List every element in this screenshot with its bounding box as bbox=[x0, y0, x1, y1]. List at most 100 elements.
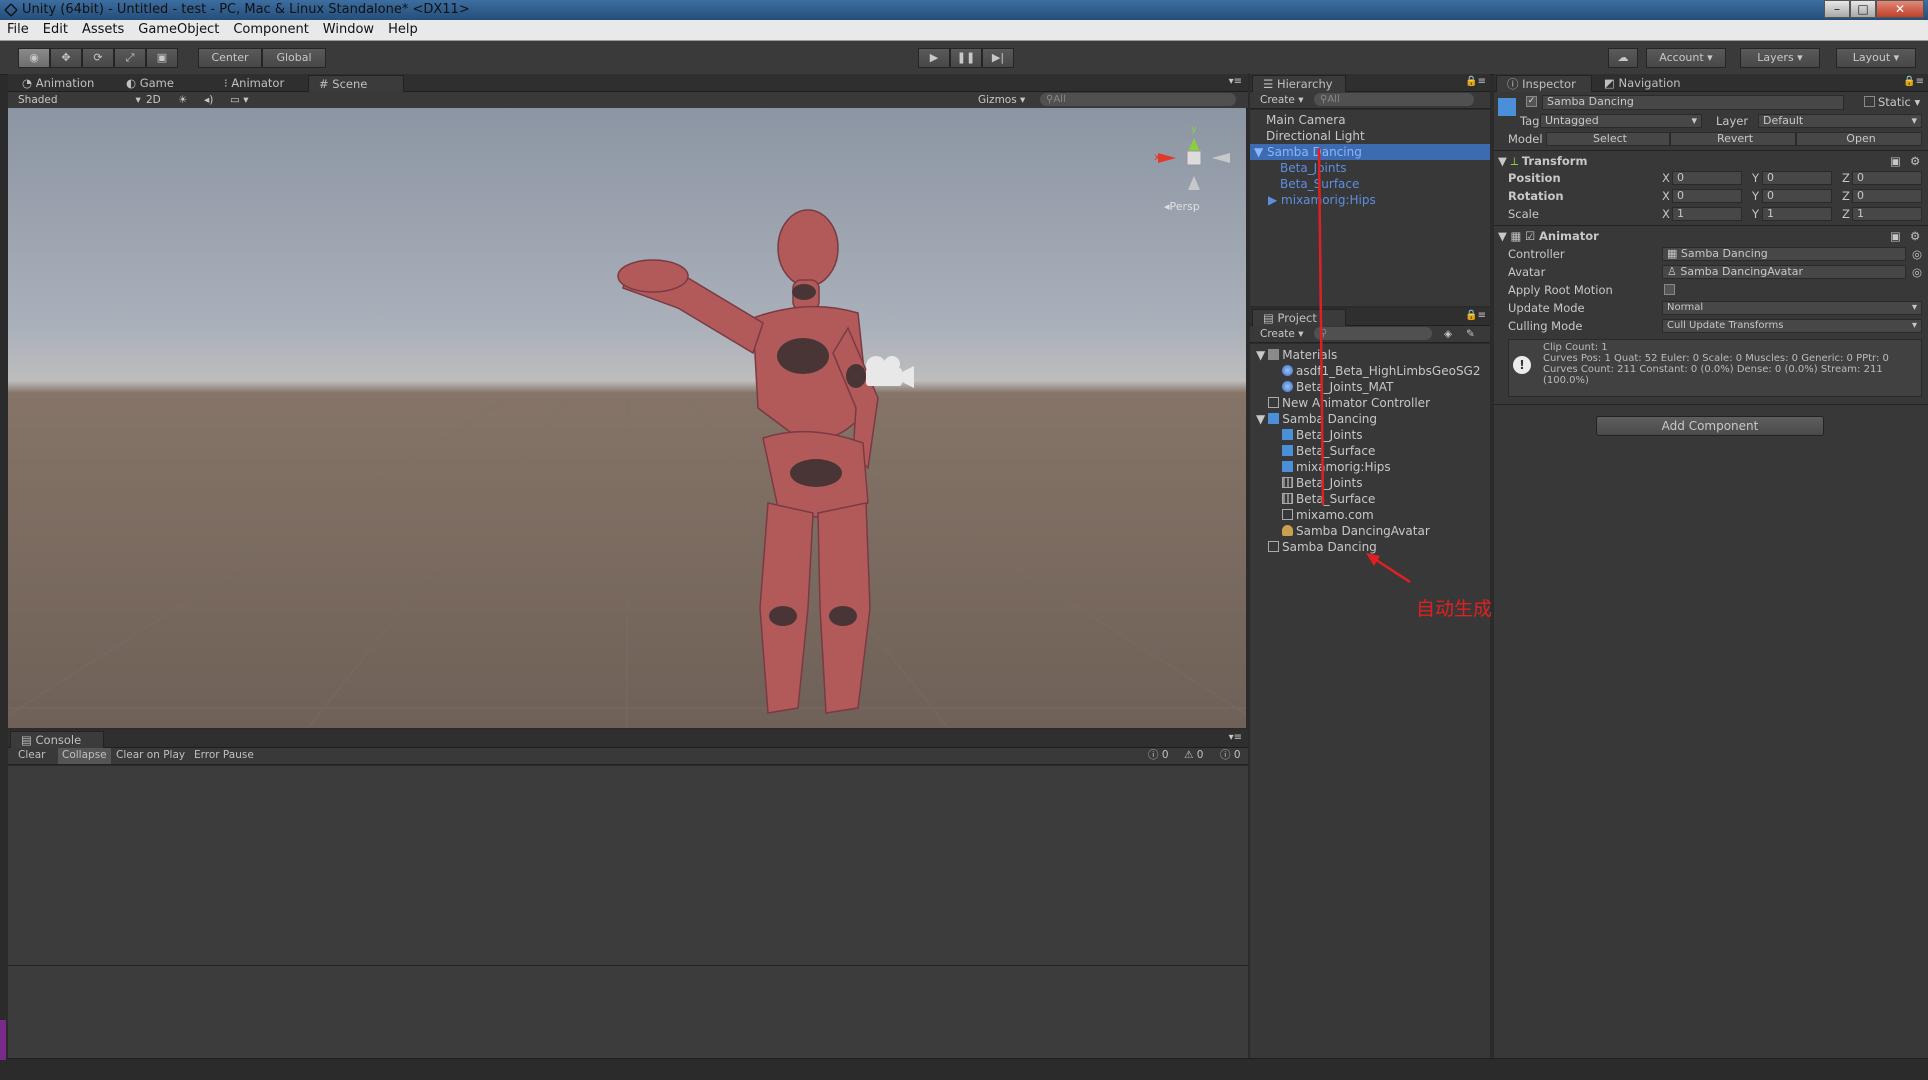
layer-dropdown[interactable]: Default ▾ bbox=[1758, 114, 1922, 128]
scene-search-input[interactable]: ⚲All bbox=[1040, 93, 1236, 106]
add-component-button[interactable]: Add Component bbox=[1596, 416, 1824, 436]
menu-file[interactable]: File bbox=[0, 20, 36, 37]
scene-panel-menu-icon[interactable]: ▾≡ bbox=[1229, 76, 1242, 87]
scale-tool-button[interactable]: ⤢ bbox=[114, 48, 146, 68]
tag-dropdown[interactable]: Untagged ▾ bbox=[1540, 114, 1702, 128]
inspector-menu-icon[interactable]: 🔒≡ bbox=[1903, 76, 1924, 87]
project-item-samba-dancing-controller[interactable]: Samba Dancing bbox=[1268, 540, 1377, 554]
close-button[interactable]: ✕ bbox=[1876, 0, 1924, 18]
static-toggle[interactable]: Static ▾ bbox=[1864, 95, 1920, 109]
transform-header[interactable]: ▼ ⟂ Transform bbox=[1498, 154, 1587, 169]
filter-by-label-icon[interactable]: ✎ bbox=[1466, 326, 1475, 342]
project-item-new-animator-controller[interactable]: New Animator Controller bbox=[1268, 396, 1430, 410]
tab-game[interactable]: ◐ Game bbox=[116, 75, 184, 92]
rotate-tool-button[interactable]: ⟳ bbox=[82, 48, 114, 68]
animator-header[interactable]: ▼ ▦ ☑ Animator bbox=[1498, 229, 1599, 243]
transform-settings-icon[interactable]: ⚙ bbox=[1910, 154, 1920, 168]
maximize-button[interactable]: □ bbox=[1850, 0, 1876, 18]
project-item-mixamorig-hips[interactable]: mixamorig:Hips bbox=[1282, 460, 1391, 474]
character-model[interactable] bbox=[617, 209, 879, 714]
console-log-toggle[interactable]: ⓘ 0 bbox=[1144, 748, 1173, 764]
scene-effects-icon[interactable]: ▭ ▾ bbox=[230, 92, 249, 108]
menu-edit[interactable]: Edit bbox=[36, 20, 75, 37]
model-open-button[interactable]: Open bbox=[1796, 132, 1922, 146]
tab-navigation[interactable]: ◩ Navigation bbox=[1594, 75, 1691, 92]
position-x-field[interactable]: 0 bbox=[1672, 171, 1742, 185]
menu-assets[interactable]: Assets bbox=[75, 20, 131, 37]
project-item-beta-surface-grid[interactable]: Beta_Surface bbox=[1282, 492, 1375, 506]
object-name-input[interactable]: Samba Dancing bbox=[1542, 95, 1844, 110]
hierarchy-create-dropdown[interactable]: Create ▾ bbox=[1260, 92, 1304, 108]
position-y-field[interactable]: 0 bbox=[1762, 171, 1832, 185]
update-mode-dropdown[interactable]: Normal ▾ bbox=[1662, 301, 1922, 315]
menu-window[interactable]: Window bbox=[316, 20, 381, 37]
tab-project[interactable]: ▤ Project bbox=[1252, 309, 1346, 326]
camera-gizmo-icon[interactable] bbox=[866, 356, 914, 388]
scene-view[interactable]: y x ◂Persp bbox=[8, 108, 1246, 728]
project-item-beta-joints-mesh[interactable]: Beta_Joints bbox=[1282, 428, 1362, 442]
console-menu-icon[interactable]: ▾≡ bbox=[1229, 732, 1242, 743]
animator-settings-icon[interactable]: ⚙ bbox=[1910, 229, 1920, 243]
animator-help-icon[interactable]: ▣ bbox=[1890, 229, 1901, 243]
console-clear-button[interactable]: Clear bbox=[14, 748, 49, 764]
orientation-gizmo[interactable]: y x bbox=[1154, 124, 1230, 190]
project-item-mixamo-clip[interactable]: mixamo.com bbox=[1282, 508, 1374, 522]
rotation-x-field[interactable]: 0 bbox=[1672, 189, 1742, 203]
scale-y-field[interactable]: 1 bbox=[1762, 207, 1832, 221]
project-menu-icon[interactable]: 🔒≡ bbox=[1465, 310, 1486, 321]
controller-field[interactable]: ▦ Samba Dancing bbox=[1662, 247, 1906, 261]
shading-mode-dropdown[interactable]: Shaded ▾ bbox=[18, 92, 141, 108]
scale-x-field[interactable]: 1 bbox=[1672, 207, 1742, 221]
view-tool-button[interactable]: ◉ bbox=[18, 48, 50, 68]
rect-tool-button[interactable]: ▣ bbox=[146, 48, 178, 68]
console-detail-area[interactable] bbox=[8, 966, 1248, 1058]
tab-console[interactable]: ▤ Console bbox=[10, 731, 104, 748]
hierarchy-item-mixamorig-hips[interactable]: ▶ mixamorig:Hips bbox=[1268, 193, 1376, 207]
step-button[interactable]: ▶| bbox=[982, 48, 1014, 68]
scale-z-field[interactable]: 1 bbox=[1852, 207, 1922, 221]
transform-help-icon[interactable]: ▣ bbox=[1890, 154, 1901, 168]
position-z-field[interactable]: 0 bbox=[1852, 171, 1922, 185]
avatar-picker-icon[interactable]: ◎ bbox=[1912, 265, 1922, 279]
project-create-dropdown[interactable]: Create ▾ bbox=[1260, 326, 1304, 342]
project-search-input[interactable]: ⚲ bbox=[1314, 327, 1432, 340]
hierarchy-item-directional-light[interactable]: Directional Light bbox=[1266, 129, 1365, 143]
layout-dropdown[interactable]: Layout ▾ bbox=[1836, 48, 1916, 68]
pivot-global-button[interactable]: Global bbox=[262, 48, 326, 68]
avatar-field[interactable]: ♙ Samba DancingAvatar bbox=[1662, 265, 1906, 279]
hierarchy-search-input[interactable]: ⚲All bbox=[1314, 93, 1474, 106]
pivot-center-button[interactable]: Center bbox=[198, 48, 262, 68]
mode-2d-toggle[interactable]: 2D bbox=[146, 92, 161, 108]
animator-enabled-checkbox[interactable]: ☑ bbox=[1525, 229, 1539, 243]
active-checkbox[interactable]: ✓ bbox=[1526, 96, 1537, 107]
tab-inspector[interactable]: ⓘ Inspector bbox=[1496, 75, 1592, 92]
rotation-z-field[interactable]: 0 bbox=[1852, 189, 1922, 203]
project-item-materials-folder[interactable]: ▼ Materials bbox=[1256, 348, 1337, 362]
rotation-y-field[interactable]: 0 bbox=[1762, 189, 1832, 203]
apply-root-motion-checkbox[interactable] bbox=[1664, 284, 1675, 295]
project-item-beta-joints-grid[interactable]: Beta_Joints bbox=[1282, 476, 1362, 490]
layers-dropdown[interactable]: Layers ▾ bbox=[1740, 48, 1820, 68]
hierarchy-item-beta-surface[interactable]: Beta_Surface bbox=[1280, 177, 1359, 191]
console-error-pause-button[interactable]: Error Pause bbox=[190, 748, 258, 764]
scene-lighting-icon[interactable]: ☀ bbox=[178, 92, 187, 108]
filter-by-type-icon[interactable]: ◈ bbox=[1444, 326, 1452, 342]
menu-component[interactable]: Component bbox=[226, 20, 315, 37]
menu-gameobject[interactable]: GameObject bbox=[131, 20, 226, 37]
tab-hierarchy[interactable]: ☰ Hierarchy bbox=[1252, 75, 1346, 92]
project-item-avatar[interactable]: Samba DancingAvatar bbox=[1282, 524, 1430, 538]
console-warning-toggle[interactable]: ⚠ 0 bbox=[1180, 748, 1207, 764]
tab-animator[interactable]: ⁝ Animator bbox=[214, 75, 294, 92]
tab-animation[interactable]: ◔ Animation bbox=[12, 75, 104, 92]
cloud-button[interactable]: ☁ bbox=[1608, 48, 1638, 68]
console-collapse-button[interactable]: Collapse bbox=[58, 748, 111, 764]
perspective-label[interactable]: ◂Persp bbox=[1164, 200, 1200, 213]
project-item-beta-surface-mesh[interactable]: Beta_Surface bbox=[1282, 444, 1375, 458]
tab-scene[interactable]: # Scene bbox=[308, 75, 404, 92]
model-select-button[interactable]: Select bbox=[1546, 132, 1670, 146]
menu-help[interactable]: Help bbox=[381, 20, 425, 37]
scene-audio-icon[interactable]: ◂) bbox=[204, 92, 213, 108]
hierarchy-item-main-camera[interactable]: Main Camera bbox=[1266, 113, 1346, 127]
culling-mode-dropdown[interactable]: Cull Update Transforms ▾ bbox=[1662, 319, 1922, 333]
hierarchy-menu-icon[interactable]: 🔒≡ bbox=[1465, 76, 1486, 87]
